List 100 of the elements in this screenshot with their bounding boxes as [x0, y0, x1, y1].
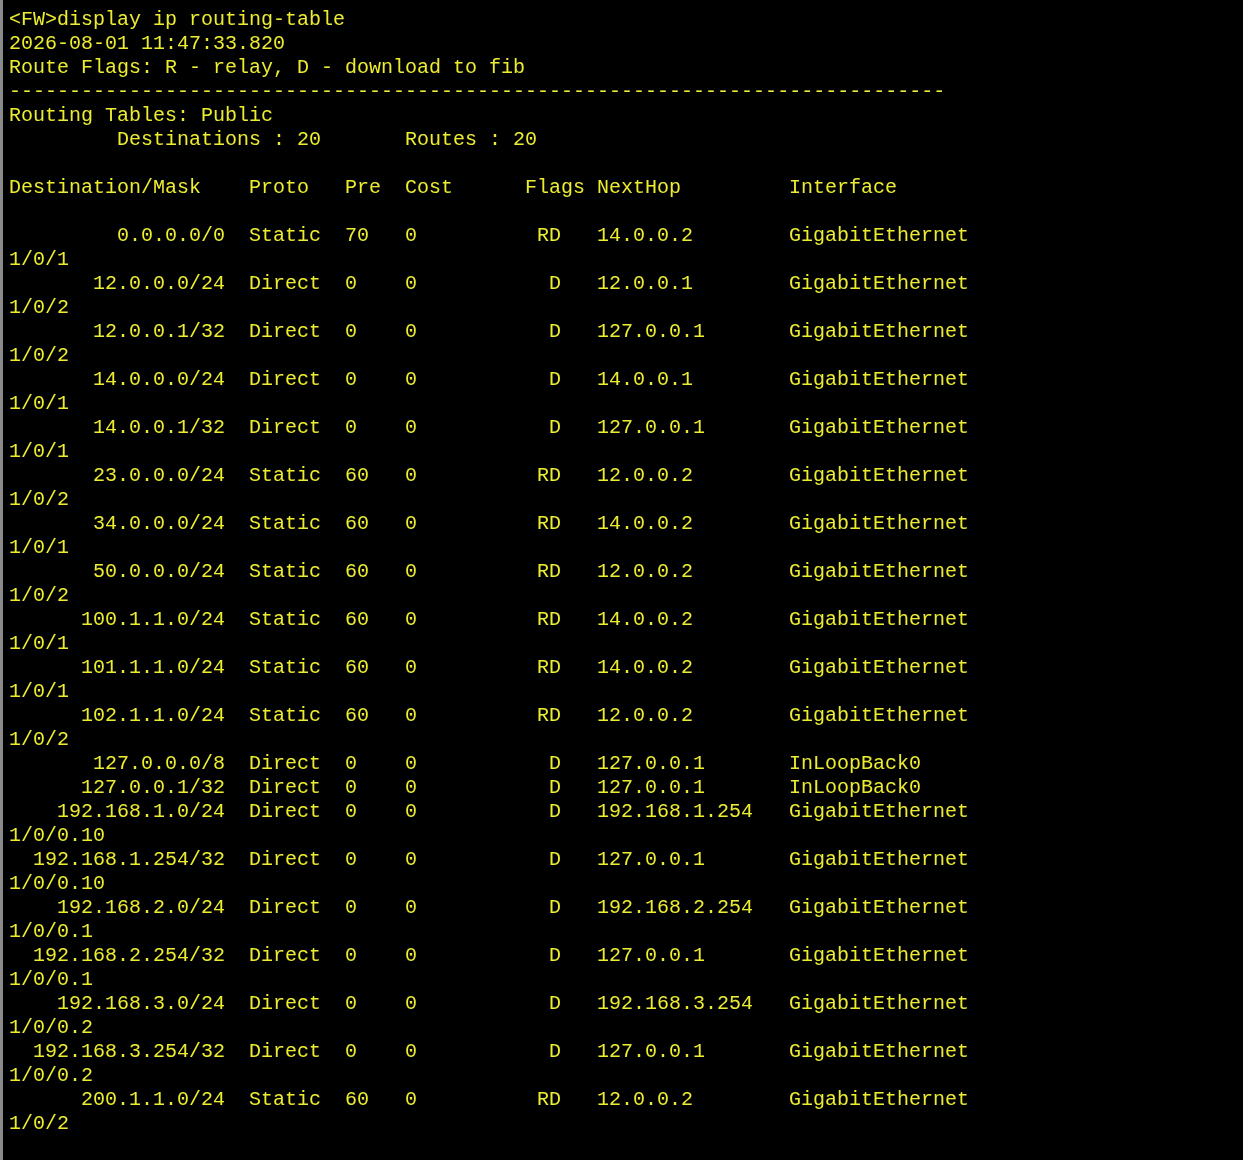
table-cell: D [549, 992, 562, 1016]
table-cell: 1/0/1 [9, 248, 69, 271]
table-cell: 100.1.1.0/24 [81, 608, 226, 632]
table-cell: 1/0/1 [9, 536, 69, 559]
table-cell: GigabitEthernet [789, 848, 970, 872]
table-cell: GigabitEthernet [789, 320, 970, 344]
table-cell: 1/0/2 [9, 296, 69, 319]
table-cell: Static [249, 224, 322, 248]
table-cell: D [549, 320, 562, 344]
table-cell: 0 [345, 992, 358, 1016]
table-cell: 192.168.3.254/32 [33, 1040, 226, 1064]
table-cell: 0 [345, 416, 358, 440]
table-cell: 0 [405, 704, 418, 728]
table-cell: Direct [249, 992, 322, 1016]
table-cell: 60 [345, 608, 370, 632]
table-cell: Direct [249, 416, 322, 440]
command-line: <FW>display ip routing-table [9, 8, 346, 31]
table-cell: 192.168.2.0/24 [57, 896, 226, 920]
table-cell: 60 [345, 464, 370, 488]
table-cell: 14.0.0.1 [597, 368, 694, 392]
table-cell: 0 [405, 368, 418, 392]
table-cell: D [549, 776, 562, 800]
table-cell: RD [537, 560, 562, 584]
table-name: Routing Tables: Public [9, 104, 274, 127]
table-cell: 60 [345, 704, 370, 728]
table-cell: 1/0/2 [9, 1112, 69, 1135]
table-cell: Direct [249, 944, 322, 968]
table-cell: D [549, 800, 562, 824]
timestamp: 2026-08-01 11:47:33.820 [9, 32, 286, 55]
table-cell: Static [249, 608, 322, 632]
table-cell: Direct [249, 272, 322, 296]
column-header: NextHop [597, 176, 682, 200]
table-cell: GigabitEthernet [789, 656, 970, 680]
table-cell: 192.168.3.254 [597, 992, 754, 1016]
table-cell: 127.0.0.1 [597, 776, 706, 800]
table-cell: D [549, 272, 562, 296]
column-header: Interface [789, 176, 898, 200]
table-cell: 0 [405, 656, 418, 680]
table-cell: 14.0.0.2 [597, 512, 694, 536]
table-cell: 192.168.2.254 [597, 896, 754, 920]
table-cell: 23.0.0.0/24 [93, 464, 226, 488]
table-cell: 0 [345, 320, 358, 344]
table-cell: 0 [405, 776, 418, 800]
table-cell: GigabitEthernet [789, 704, 970, 728]
table-cell: RD [537, 464, 562, 488]
column-header: Destination/Mask [9, 176, 202, 200]
table-cell: 127.0.0.1 [597, 320, 706, 344]
table-cell: 12.0.0.1 [597, 272, 694, 296]
table-cell: 192.168.3.0/24 [57, 992, 226, 1016]
table-cell: 192.168.1.0/24 [57, 800, 226, 824]
table-cell: 12.0.0.0/24 [93, 272, 226, 296]
table-cell: 12.0.0.1/32 [93, 320, 226, 344]
table-cell: Direct [249, 752, 322, 776]
table-cell: 1/0/2 [9, 584, 69, 607]
table-cell: 14.0.0.2 [597, 608, 694, 632]
table-cell: 1/0/2 [9, 488, 69, 511]
table-cell: 14.0.0.2 [597, 656, 694, 680]
table-cell: 0 [405, 512, 418, 536]
table-cell: 0 [345, 944, 358, 968]
table-cell: 127.0.0.1 [597, 848, 706, 872]
table-cell: 0 [345, 848, 358, 872]
table-cell: 0 [405, 416, 418, 440]
table-cell: 1/0/2 [9, 344, 69, 367]
table-cell: 0 [405, 272, 418, 296]
table-cell: 200.1.1.0/24 [81, 1088, 226, 1112]
table-cell: InLoopBack0 [789, 752, 922, 776]
table-cell: 0 [405, 464, 418, 488]
table-cell: 0 [405, 560, 418, 584]
table-cell: Static [249, 464, 322, 488]
table-cell: GigabitEthernet [789, 1088, 970, 1112]
table-cell: RD [537, 704, 562, 728]
table-cell: RD [537, 656, 562, 680]
table-cell: 0 [405, 224, 418, 248]
table-cell: GigabitEthernet [789, 272, 970, 296]
table-cell: GigabitEthernet [789, 992, 970, 1016]
table-cell: GigabitEthernet [789, 224, 970, 248]
table-cell: 1/0/1 [9, 680, 69, 703]
table-cell: 0 [405, 896, 418, 920]
table-cell: D [549, 944, 562, 968]
table-cell: 127.0.0.1 [597, 944, 706, 968]
table-cell: 192.168.1.254 [597, 800, 754, 824]
table-cell: GigabitEthernet [789, 560, 970, 584]
table-cell: D [549, 752, 562, 776]
table-cell: 1/0/2 [9, 728, 69, 751]
table-cell: 0 [405, 1088, 418, 1112]
table-cell: 12.0.0.2 [597, 464, 694, 488]
table-cell: RD [537, 224, 562, 248]
table-cell: Direct [249, 1040, 322, 1064]
table-cell: 0 [345, 1040, 358, 1064]
table-cell: 50.0.0.0/24 [93, 560, 226, 584]
table-cell: 60 [345, 656, 370, 680]
table-cell: 60 [345, 1088, 370, 1112]
table-cell: 0 [405, 608, 418, 632]
table-cell: 12.0.0.2 [597, 704, 694, 728]
separator-line: ------------------------------------------------------------------------------ [9, 80, 946, 103]
table-cell: Static [249, 512, 322, 536]
table-cell: 1/0/1 [9, 440, 69, 463]
table-cell: 60 [345, 560, 370, 584]
table-cell: 127.0.0.1/32 [81, 776, 226, 800]
table-cell: 0 [345, 896, 358, 920]
